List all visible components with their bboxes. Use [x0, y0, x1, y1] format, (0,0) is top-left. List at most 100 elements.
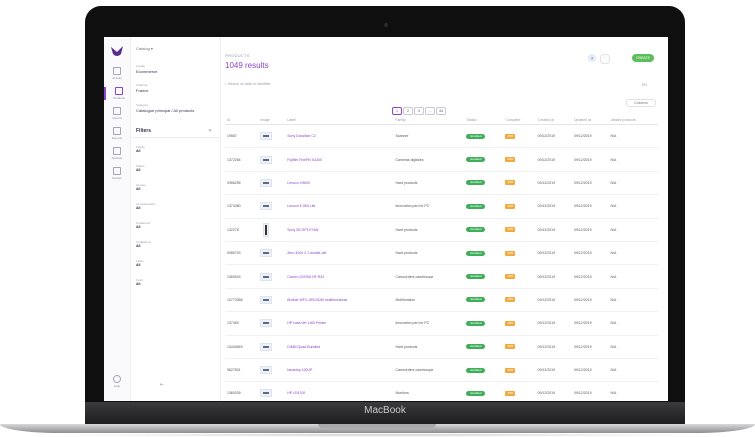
column-header[interactable]: Updated at: [572, 115, 609, 125]
column-header[interactable]: Variant products: [608, 115, 658, 125]
table-row[interactable]: 9627801 Ideastop 100UP Camcorders caméscop…: [225, 358, 658, 383]
page-button[interactable]: 1: [392, 107, 402, 115]
row-created: 09/12/2019: [535, 218, 572, 242]
column-header[interactable]: Image: [258, 115, 286, 125]
row-image-cell: [258, 241, 286, 266]
create-button[interactable]: CREATE: [632, 54, 654, 62]
row-updated: 09/12/2019: [572, 241, 609, 266]
table-row[interactable]: 9356255 Lenovo V560X Hard products Enabled 2…: [225, 171, 658, 196]
row-created: 09/12/2019: [535, 171, 572, 196]
row-label[interactable]: Canon LEGRIA HF R32: [285, 264, 394, 289]
activity-icon: [113, 67, 121, 75]
row-variant: N/A: [608, 381, 658, 401]
row-label[interactable]: Sony Docsillon C2: [285, 124, 394, 149]
column-header[interactable]: Status: [464, 115, 504, 125]
breadcrumb[interactable]: PRODUCTS: [225, 53, 250, 58]
rail-item-settings[interactable]: Settings: [104, 147, 130, 160]
column-header[interactable]: Created at: [535, 115, 572, 125]
filter-item[interactable]: Created at All: [136, 221, 150, 229]
row-label[interactable]: Sony SE-SP1XT4W: [285, 218, 394, 242]
column-header[interactable]: Label: [285, 115, 394, 125]
products-icon: [115, 87, 123, 95]
channel-selector[interactable]: France: [136, 88, 148, 93]
rail-item-system[interactable]: System: [104, 167, 130, 180]
category-selector[interactable]: Catalogue principal / All products: [136, 108, 194, 113]
table-row[interactable]: 137469 HP LaserJet 1160 Printer Innovation…: [225, 311, 658, 336]
rail-item-products[interactable]: Products: [104, 87, 132, 100]
rail-item-label: Imports: [111, 116, 122, 120]
completeness-badge: 28%: [505, 133, 516, 139]
status-badge: Enabled: [466, 157, 486, 163]
completeness-badge: 28%: [505, 250, 516, 256]
filter-item[interactable]: Status All: [136, 164, 145, 172]
row-label[interactable]: Fujifilm FinePix S4200: [285, 147, 394, 172]
row-label[interactable]: Lenovo V560X: [285, 171, 394, 196]
table-row[interactable]: 10773358 Brother MFC-J5910DW multifunctio…: [225, 288, 658, 313]
filters-reset-button[interactable]: ✕: [208, 128, 212, 134]
collapse-sidebar-button[interactable]: ⇤: [160, 382, 164, 388]
rail-item-activity[interactable]: Activity: [104, 67, 130, 80]
table-row[interactable]: 1372284 Fujifilm FinePix S4200 Cameras dig…: [225, 147, 658, 172]
page-button[interactable]: 2: [403, 107, 413, 115]
main-nav-rail: Activity Products Imports Exports Settings Sy…: [104, 37, 131, 401]
row-complete-cell: 28%: [503, 335, 536, 359]
column-header[interactable]: Family: [393, 115, 465, 125]
row-label[interactable]: HP LaserJet 1160 Printer: [285, 311, 394, 336]
product-thumbnail: [260, 132, 273, 141]
row-status-cell: Enabled: [464, 147, 504, 172]
row-label[interactable]: HP LD4700: [285, 381, 394, 401]
catalog-selector[interactable]: Catalog ▾: [136, 46, 206, 53]
table-row[interactable]: 19587 Sony Docsillon C2 Scanner Enabled 28% 0…: [225, 124, 658, 149]
filter-item[interactable]: Completeness All: [136, 202, 155, 210]
filter-item[interactable]: Label All: [136, 259, 143, 267]
table-header: ID Image Label Family Status Complete Created …: [225, 115, 658, 125]
sidebar: Catalog ▾ Locale Ecommerce Channel Franc…: [130, 37, 221, 401]
row-label[interactable]: Lenovo E.550 Lite: [285, 194, 394, 219]
locale-selector[interactable]: Ecommerce: [136, 69, 157, 74]
search-icon: ⌕: [225, 82, 227, 86]
filter-item[interactable]: Updated at All: [136, 240, 151, 248]
table-row[interactable]: 1360533 Canon LEGRIA HF R32 Camcorders cam…: [225, 264, 658, 289]
filter-item[interactable]: Color All: [136, 278, 143, 286]
row-variant: N/A: [608, 335, 658, 359]
column-header[interactable]: Complete: [503, 115, 536, 125]
page-button[interactable]: 44: [436, 107, 446, 115]
row-updated: 09/12/2019: [572, 381, 609, 401]
product-thumbnail: [260, 178, 273, 187]
filter-value: All: [136, 225, 141, 229]
row-family: Innovation pen for PC: [393, 194, 465, 219]
filter-item[interactable]: Family All: [136, 145, 145, 153]
row-id: 137469: [225, 311, 259, 336]
table-row[interactable]: 132278 Sony SE-SP1XT4W Hard products Enable…: [225, 218, 658, 242]
system-icon: [113, 167, 121, 175]
rail-item-exports[interactable]: Exports: [104, 127, 130, 140]
table-row[interactable]: 9089703 Zero 400e 2.1 double-del Hard prod…: [225, 241, 658, 266]
row-label[interactable]: Brother MFC-J5910DW multifunctional: [285, 288, 394, 313]
row-label[interactable]: Ideastop 100UP: [285, 358, 394, 383]
notifications-button[interactable]: ●: [588, 54, 596, 62]
locale-switcher[interactable]: EN: [642, 83, 647, 87]
gear-icon: [113, 147, 121, 155]
table-row[interactable]: 1374380 Lenovo E.550 Lite Innovation pen f…: [225, 194, 658, 219]
row-status-cell: Enabled: [464, 381, 504, 401]
table-row[interactable]: 1360039 HP LD4700 Monitors Enabled 28% 09/12/…: [225, 381, 658, 401]
row-status-cell: Enabled: [464, 124, 504, 149]
help-button[interactable]: Help: [104, 375, 130, 388]
filter-item[interactable]: Groups All: [136, 183, 146, 191]
imports-icon: [113, 107, 121, 115]
product-thumbnail: [260, 249, 273, 258]
page-button[interactable]: 3: [414, 107, 424, 115]
row-label[interactable]: DIMM Quad-Bundled: [285, 335, 394, 359]
table-row[interactable]: 13440849 DIMM Quad-Bundled Hard products En…: [225, 335, 658, 359]
laptop-notch: [318, 424, 436, 428]
row-status-cell: Enabled: [464, 218, 504, 242]
row-family: Camcorders caméscope: [393, 264, 465, 289]
page-button[interactable]: ...: [425, 107, 435, 115]
row-label[interactable]: Zero 400e 2.1 double-del: [285, 241, 394, 266]
more-options-button[interactable]: ⋯: [600, 54, 610, 64]
row-family: Hard products: [393, 241, 465, 266]
rail-item-imports[interactable]: Imports: [104, 107, 130, 120]
column-header[interactable]: ID: [225, 115, 259, 125]
search-input[interactable]: ⌕ Search on label or identifier: [225, 82, 365, 89]
columns-button[interactable]: Columns: [626, 99, 656, 107]
